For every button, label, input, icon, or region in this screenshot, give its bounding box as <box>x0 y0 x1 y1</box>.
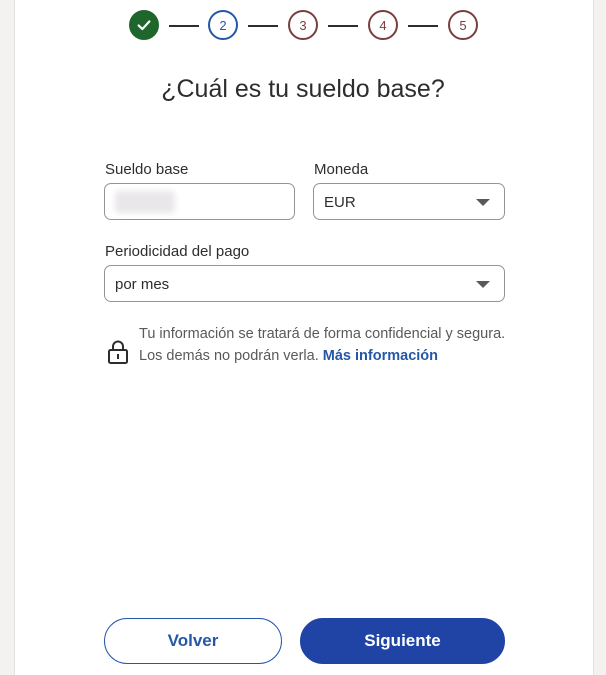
currency-label: Moneda <box>314 161 369 178</box>
currency-select[interactable]: EUR <box>313 183 505 220</box>
step-4: 4 <box>368 10 398 40</box>
period-select-value: por mes <box>115 276 170 293</box>
step-connector <box>169 25 199 27</box>
period-label: Periodicidad del pago <box>105 243 250 260</box>
page-title: ¿Cuál es tu sueldo base? <box>161 75 445 103</box>
salary-input[interactable] <box>104 183 295 220</box>
progress-stepper: 2 3 4 5 <box>0 0 606 50</box>
back-button[interactable]: Volver <box>104 618 282 664</box>
confidentiality-notice: Tu información se tratará de forma confi… <box>139 323 509 367</box>
chevron-down-icon <box>476 281 490 288</box>
lock-icon <box>108 340 128 364</box>
chevron-down-icon <box>476 199 490 206</box>
period-select[interactable]: por mes <box>104 265 505 302</box>
more-info-link[interactable]: Más información <box>323 348 438 364</box>
step-connector <box>328 25 358 27</box>
step-connector <box>408 25 438 27</box>
step-2-current: 2 <box>208 10 238 40</box>
redacted-salary-value <box>115 191 175 213</box>
step-3: 3 <box>288 10 318 40</box>
step-5: 5 <box>448 10 478 40</box>
next-button[interactable]: Siguiente <box>300 618 505 664</box>
check-icon <box>137 20 151 31</box>
step-connector <box>248 25 278 27</box>
salary-label: Sueldo base <box>105 161 189 178</box>
currency-select-value: EUR <box>324 194 356 211</box>
step-1-completed <box>129 10 159 40</box>
